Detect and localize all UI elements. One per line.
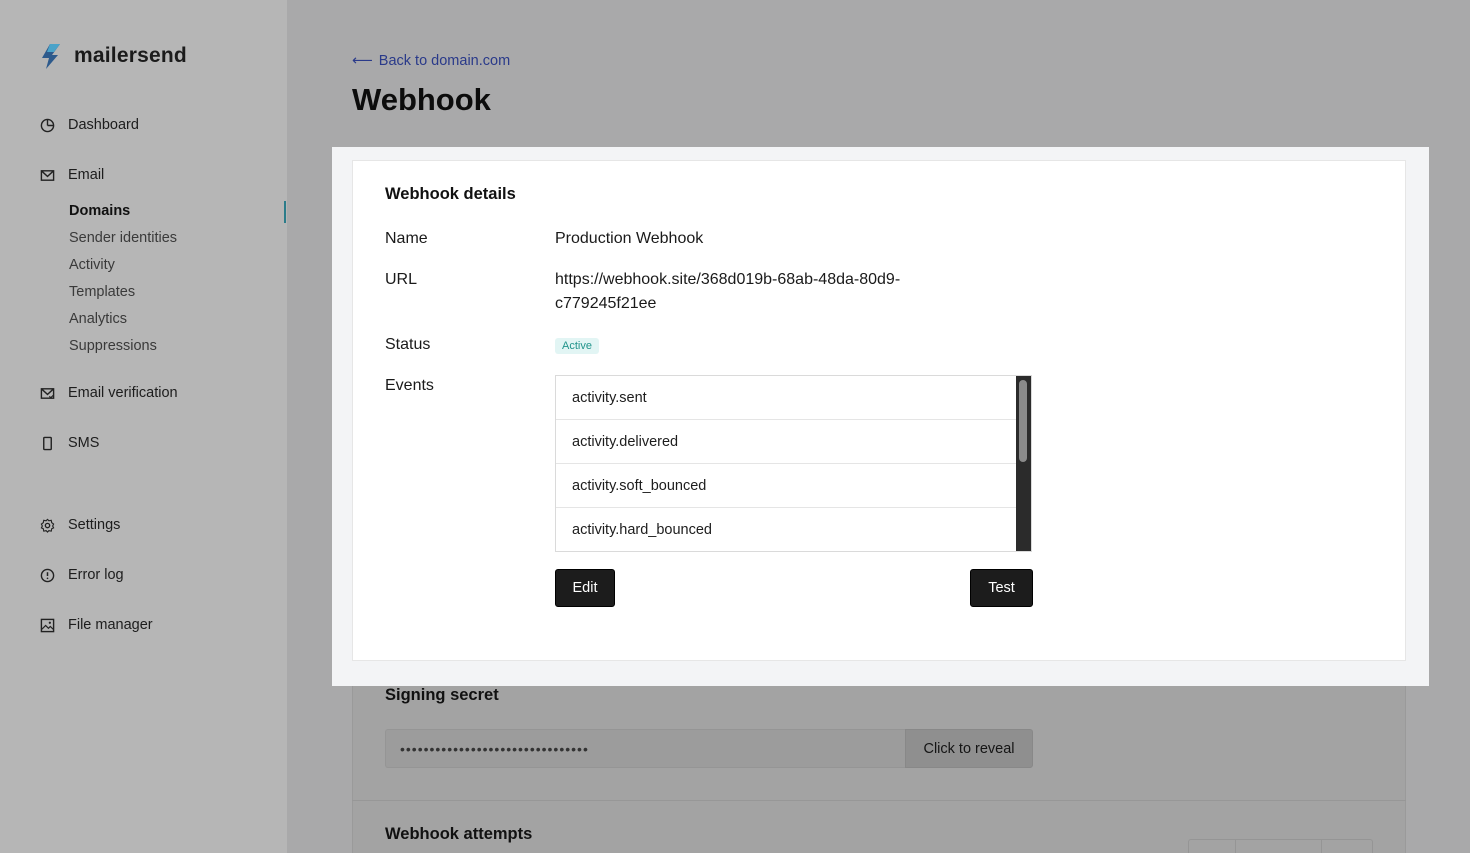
sidebar: mailersend Dashboard Email Domains Sende… bbox=[0, 0, 287, 853]
pagination[interactable] bbox=[1188, 839, 1373, 853]
url-line-1: https://webhook.site/368d019b-68ab-48da-… bbox=[555, 271, 901, 288]
scrollbar-thumb[interactable] bbox=[1019, 380, 1027, 462]
test-button[interactable]: Test bbox=[970, 569, 1033, 607]
sidebar-item-settings[interactable]: Settings bbox=[40, 517, 120, 533]
reveal-secret-button[interactable]: Click to reveal bbox=[905, 729, 1033, 768]
mail-icon bbox=[40, 169, 55, 181]
gear-icon bbox=[40, 518, 55, 533]
signing-secret-field: •••••••••••••••••••••••••••••••• bbox=[385, 729, 906, 768]
webhook-attempts-title: Webhook attempts bbox=[385, 825, 533, 843]
sidebar-subitem-domains[interactable]: Domains bbox=[69, 203, 130, 219]
alert-circle-icon bbox=[40, 568, 55, 582]
list-item: activity.sent bbox=[556, 376, 1018, 420]
webhook-details-title: Webhook details bbox=[385, 185, 516, 203]
sidebar-subitem-suppressions[interactable]: Suppressions bbox=[69, 338, 157, 354]
events-list[interactable]: activity.sent activity.delivered activit… bbox=[555, 375, 1032, 552]
pager-prev[interactable] bbox=[1189, 840, 1236, 853]
mailersend-logo-icon bbox=[42, 44, 60, 69]
sidebar-item-error-log[interactable]: Error log bbox=[40, 567, 124, 583]
sidebar-item-label: Settings bbox=[68, 517, 121, 533]
events-label: Events bbox=[385, 377, 434, 394]
list-item: activity.soft_bounced bbox=[556, 464, 1018, 508]
sidebar-item-label: Dashboard bbox=[68, 117, 139, 133]
sidebar-item-file-manager[interactable]: File manager bbox=[40, 617, 153, 633]
list-item: activity.hard_bounced bbox=[556, 508, 1018, 551]
page-title: Webhook bbox=[352, 82, 491, 117]
edit-button[interactable]: Edit bbox=[555, 569, 615, 607]
url-line-2: c779245f21ee bbox=[555, 295, 657, 312]
name-label: Name bbox=[385, 230, 428, 247]
image-icon bbox=[40, 618, 55, 632]
brand-logo[interactable]: mailersend bbox=[38, 42, 187, 70]
pager-page[interactable] bbox=[1236, 840, 1322, 853]
section-divider bbox=[352, 800, 1406, 801]
sidebar-item-label: File manager bbox=[68, 617, 153, 633]
sidebar-subitem-templates[interactable]: Templates bbox=[69, 284, 135, 300]
back-link-label: Back to domain.com bbox=[378, 53, 511, 69]
name-value: Production Webhook bbox=[555, 230, 704, 247]
active-indicator bbox=[284, 201, 286, 223]
list-item: activity.delivered bbox=[556, 420, 1018, 464]
phone-icon bbox=[43, 436, 52, 450]
sidebar-item-dashboard[interactable]: Dashboard bbox=[40, 117, 139, 133]
sidebar-item-label: Error log bbox=[68, 567, 124, 583]
sidebar-item-sms[interactable]: SMS bbox=[40, 435, 99, 451]
sidebar-item-label: Email verification bbox=[68, 385, 178, 401]
sidebar-subitem-activity[interactable]: Activity bbox=[69, 257, 115, 273]
signing-secret-title: Signing secret bbox=[385, 686, 499, 704]
status-badge: Active bbox=[555, 338, 599, 354]
sidebar-item-email-verification[interactable]: Email verification bbox=[40, 385, 178, 401]
sidebar-item-label: SMS bbox=[68, 435, 100, 451]
arrow-left-icon: ⟵ bbox=[352, 53, 373, 69]
status-label: Status bbox=[385, 336, 431, 353]
pager-next[interactable] bbox=[1322, 840, 1372, 853]
url-value: https://webhook.site/368d019b-68ab-48da-… bbox=[555, 268, 900, 316]
sidebar-subitem-analytics[interactable]: Analytics bbox=[69, 311, 127, 327]
url-label: URL bbox=[385, 271, 418, 288]
sidebar-subitem-sender-identities[interactable]: Sender identities bbox=[69, 230, 177, 246]
back-to-domain-link[interactable]: ⟵ Back to domain.com bbox=[352, 53, 510, 69]
sidebar-item-label: Email bbox=[68, 167, 105, 183]
brand-name: mailersend bbox=[74, 44, 187, 67]
events-scrollbar[interactable] bbox=[1016, 376, 1031, 551]
mail-check-icon bbox=[40, 387, 55, 399]
sidebar-item-email[interactable]: Email bbox=[40, 167, 104, 183]
chart-pie-icon bbox=[40, 118, 55, 132]
